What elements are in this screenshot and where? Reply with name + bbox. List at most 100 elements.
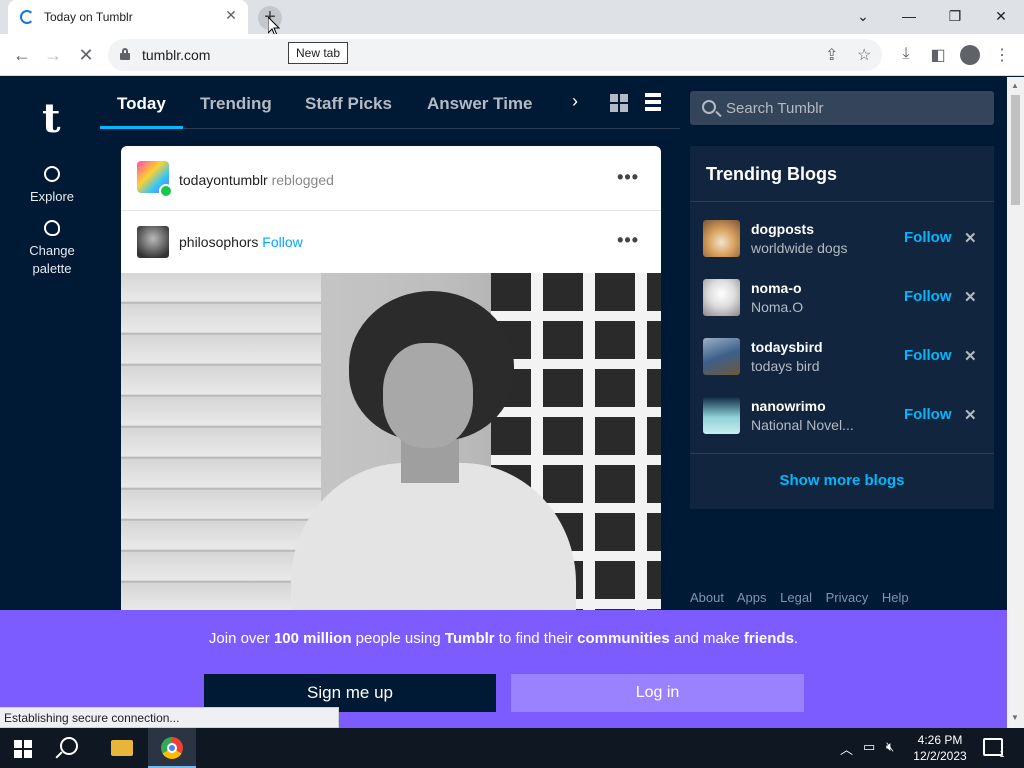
post-header: todayontumblr reblogged •••	[121, 146, 661, 211]
back-icon[interactable]: ←	[9, 42, 35, 68]
nav-palette-label-1: Change	[29, 243, 75, 258]
restore-icon[interactable]: ❐	[941, 4, 969, 28]
list-view-icon[interactable]	[645, 93, 661, 111]
banner-text-bold: Tumblr	[444, 630, 495, 647]
author-name[interactable]: philosophors	[179, 234, 258, 250]
tab-search-icon[interactable]: ⌄	[849, 4, 877, 28]
window-close-icon[interactable]: ✕	[987, 4, 1015, 28]
address-bar[interactable]: tumblr.com ⇪ ☆	[108, 39, 882, 71]
dismiss-icon[interactable]: ✕	[964, 347, 977, 365]
windows-start-icon[interactable]	[14, 740, 32, 758]
menu-kebab-icon[interactable]: ⋮	[992, 45, 1012, 65]
taskbar-clock[interactable]: 4:26 PM 12/2/2023	[908, 732, 972, 764]
chevron-right-icon[interactable]: ›	[572, 91, 578, 112]
compass-icon	[44, 166, 60, 182]
author-line: philosophors Follow	[179, 234, 303, 250]
follow-button[interactable]: Follow	[904, 229, 952, 246]
lock-icon	[120, 48, 130, 60]
banner-text-part: to find their	[494, 630, 578, 647]
nav-explore-label: Explore	[29, 189, 75, 204]
tab-answer-time[interactable]: Answer Time	[427, 94, 533, 114]
show-more-blogs-link[interactable]: Show more blogs	[690, 472, 994, 489]
blog-name[interactable]: dogposts	[751, 221, 814, 237]
notification-count: 1	[999, 749, 1005, 759]
taskbar-search-icon[interactable]	[60, 737, 78, 755]
banner-text-part: .	[793, 630, 799, 647]
tab-close-icon[interactable]: ✕	[222, 7, 240, 24]
author-avatar[interactable]	[137, 226, 169, 258]
blog-name[interactable]: noma-o	[751, 280, 802, 296]
scroll-down-icon[interactable]: ▼	[1011, 713, 1019, 722]
browser-tab[interactable]: Today on Tumblr ✕	[8, 0, 248, 34]
forward-icon[interactable]: →	[40, 42, 66, 68]
follow-button[interactable]: Follow	[904, 406, 952, 423]
post-more-icon[interactable]: •••	[617, 167, 639, 188]
page-scrollbar[interactable]: ▲ ▼	[1007, 77, 1024, 728]
taskbar-chrome-button[interactable]	[148, 728, 196, 768]
windows-taskbar: ︿ ▭ 🔇︎ 4:26 PM 12/2/2023 1	[0, 728, 1024, 768]
reblog-badge-icon	[159, 184, 173, 198]
reblogger-name[interactable]: todayontumblr	[179, 172, 268, 188]
trending-blog-row[interactable]: noma-o Noma.O Follow ✕	[690, 279, 994, 338]
volume-muted-icon[interactable]: 🔇︎	[886, 739, 894, 755]
tray-chevron-up-icon[interactable]: ︿	[840, 739, 853, 758]
scroll-thumb[interactable]	[1011, 95, 1020, 205]
new-tab-tooltip: New tab	[288, 42, 349, 64]
follow-button[interactable]: Follow	[904, 288, 952, 305]
grid-view-icon[interactable]	[610, 94, 628, 112]
search-box[interactable]	[690, 91, 994, 125]
stop-loading-icon[interactable]: ✕	[73, 42, 99, 68]
log-in-button[interactable]: Log in	[511, 674, 804, 712]
share-icon[interactable]: ⇪	[825, 45, 838, 65]
dismiss-icon[interactable]: ✕	[964, 406, 977, 424]
blog-name[interactable]: todaysbird	[751, 339, 823, 355]
follow-button[interactable]: Follow	[904, 347, 952, 364]
bookmark-star-icon[interactable]: ☆	[857, 45, 871, 65]
scroll-up-icon[interactable]: ▲	[1011, 81, 1019, 90]
blog-desc: worldwide dogs	[751, 240, 848, 256]
download-icon[interactable]: ⤓	[896, 45, 916, 63]
trending-blog-row[interactable]: todaysbird todays bird Follow ✕	[690, 338, 994, 397]
blog-desc: Noma.O	[751, 299, 804, 315]
side-panel-icon[interactable]: ◧	[928, 45, 948, 65]
banner-text: Join over 100 million people using Tumbl…	[0, 630, 1007, 647]
noma-avatar[interactable]	[703, 279, 740, 316]
footer-about[interactable]: About	[690, 590, 724, 605]
file-explorer-icon[interactable]	[111, 740, 133, 756]
tab-staff-picks[interactable]: Staff Picks	[305, 94, 392, 114]
search-icon	[702, 100, 716, 114]
minimize-icon[interactable]: —	[895, 4, 923, 28]
trending-blog-row[interactable]: nanowrimo National Novel... Follow ✕	[690, 397, 994, 456]
tab-trending[interactable]: Trending	[200, 94, 272, 114]
active-tab-underline	[100, 126, 183, 129]
footer-legal[interactable]: Legal	[780, 590, 812, 605]
tumblr-logo[interactable]: t	[42, 95, 60, 142]
nav-palette-label-2: palette	[32, 261, 72, 276]
divider	[690, 453, 994, 454]
browser-titlebar: Today on Tumblr ✕ + ⌄ — ❐ ✕	[0, 0, 1024, 37]
clock-date: 12/2/2023	[913, 749, 967, 763]
author-more-icon[interactable]: •••	[617, 230, 639, 251]
dog-avatar[interactable]	[703, 220, 740, 257]
footer-privacy[interactable]: Privacy	[826, 590, 869, 605]
nanowrimo-avatar[interactable]	[703, 397, 740, 434]
blog-name[interactable]: nanowrimo	[751, 398, 826, 414]
footer-apps[interactable]: Apps	[737, 590, 767, 605]
network-icon[interactable]: ▭	[863, 739, 875, 755]
follow-author-link[interactable]: Follow	[262, 234, 302, 250]
footer-links: About Apps Legal Privacy Help	[690, 590, 919, 605]
dismiss-icon[interactable]: ✕	[964, 288, 977, 306]
dismiss-icon[interactable]: ✕	[964, 229, 977, 247]
footer-help[interactable]: Help	[882, 590, 909, 605]
blog-desc: todays bird	[751, 358, 820, 374]
nav-change-palette[interactable]: Change palette	[0, 220, 104, 278]
nav-explore[interactable]: Explore	[0, 166, 104, 206]
tab-today[interactable]: Today	[117, 94, 166, 114]
trending-blog-row[interactable]: dogposts worldwide dogs Follow ✕	[690, 220, 994, 279]
loading-favicon-icon	[20, 10, 34, 24]
post-author-row: philosophors Follow •••	[121, 211, 661, 273]
feed-tabs: Today Trending Staff Picks Answer Time ›	[100, 77, 680, 129]
search-input[interactable]	[726, 98, 986, 118]
bird-avatar[interactable]	[703, 338, 740, 375]
profile-avatar-icon[interactable]	[960, 45, 980, 65]
